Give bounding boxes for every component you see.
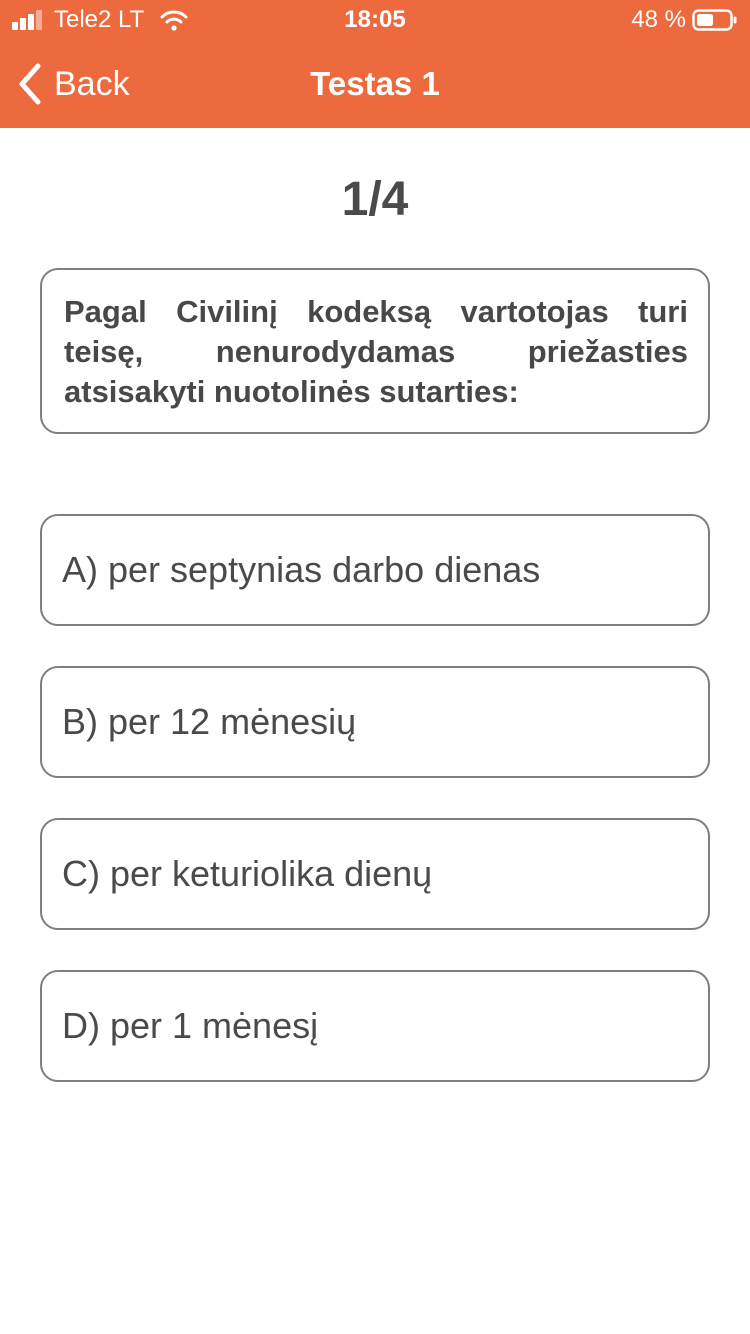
status-bar: Tele2 LT 18:05 48 % (0, 0, 750, 40)
question-progress: 1/4 (341, 173, 409, 226)
answer-option-a[interactable]: A) per septynias darbo dienas (40, 514, 710, 626)
answer-option-b[interactable]: B) per 12 mėnesių (40, 666, 710, 778)
header: Tele2 LT 18:05 48 % Back Testas 1 (0, 0, 750, 128)
answer-option-c[interactable]: C) per keturiolika dienų (40, 818, 710, 930)
page-title: Testas 1 (310, 65, 440, 102)
answer-label: B) per 12 mėnesių (62, 701, 357, 742)
answer-label: A) per septynias darbo dienas (62, 549, 541, 590)
answer-label: D) per 1 mėnesį (62, 1005, 319, 1046)
nav-bar: Back Testas 1 (0, 40, 750, 128)
answer-option-d[interactable]: D) per 1 mėnesį (40, 970, 710, 1082)
question-text: Pagal Civilinį kodeksą vartotojas turi t… (64, 294, 688, 409)
answer-label: C) per keturiolika dienų (62, 853, 433, 894)
question-card: Pagal Civilinį kodeksą vartotojas turi t… (40, 268, 710, 434)
battery-percent: 48 % (631, 6, 686, 33)
battery-icon (692, 9, 737, 31)
